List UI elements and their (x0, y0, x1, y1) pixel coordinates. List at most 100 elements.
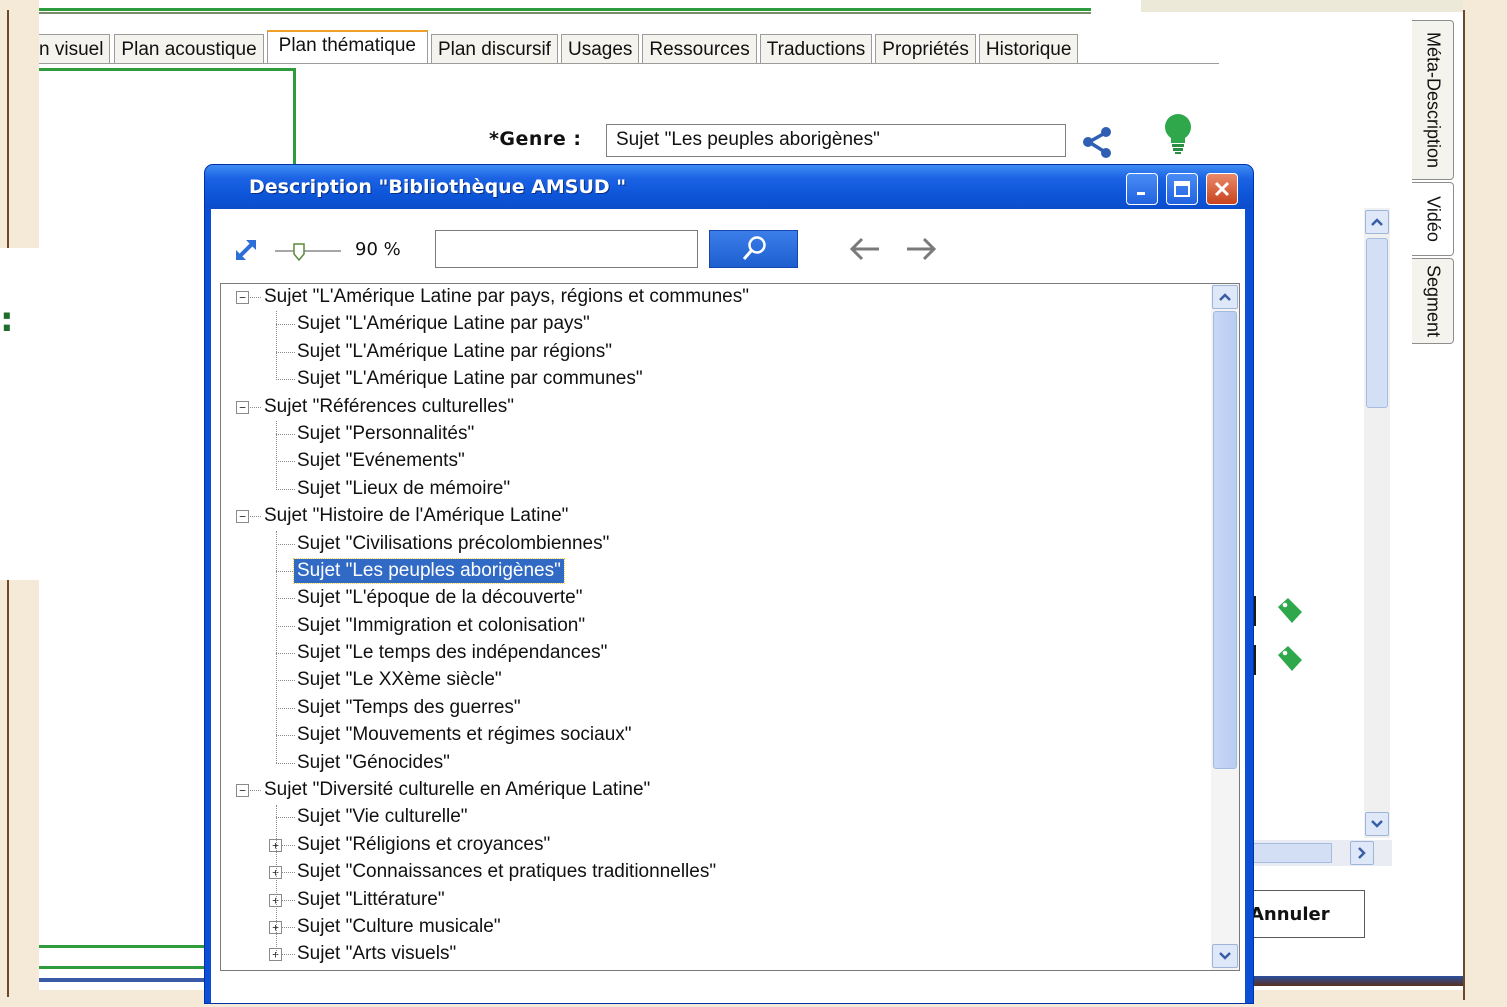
tree-leaf[interactable]: Sujet "Mouvements et régimes sociaux" (221, 722, 1211, 749)
tree-item-label[interactable]: Sujet "Diversité culturelle en Amérique … (264, 778, 650, 802)
tree-leaf[interactable]: Sujet "L'époque de la découverte" (221, 585, 1211, 612)
minimize-button[interactable] (1126, 173, 1158, 205)
arrow-right-icon[interactable] (903, 233, 939, 265)
tree-item-label[interactable]: Sujet "Littérature" (297, 888, 445, 912)
genre-field[interactable]: Sujet "Les peuples aborigènes" (606, 124, 1066, 157)
maximize-button[interactable] (1166, 173, 1198, 205)
maximize-icon (1174, 181, 1190, 197)
tree-item-label[interactable]: Sujet "L'Amérique Latine par pays, régio… (264, 285, 749, 309)
background-horizontal-scrollbar[interactable] (1252, 840, 1392, 866)
subject-tree[interactable]: − Sujet "L'Amérique Latine par pays, régi… (220, 283, 1240, 971)
tree-item-label[interactable]: Sujet "Culture musicale" (297, 915, 501, 939)
tree-connector (276, 543, 295, 545)
tree-item-label[interactable]: Sujet "Civilisations précolombiennes" (297, 532, 609, 556)
description-dialog: Description "Bibliothèque AMSUD " 90 % −… (204, 164, 1254, 1004)
tree-connector (250, 790, 261, 792)
dialog-title-bar[interactable]: Description "Bibliothèque AMSUD " (205, 165, 1253, 209)
share-icon[interactable] (1079, 124, 1115, 160)
tree-leaf[interactable]: Sujet "Temps des guerres" (221, 695, 1211, 722)
expand-icon[interactable] (233, 237, 259, 263)
tree-leaf[interactable]: Sujet "Génocides" (221, 750, 1211, 777)
side-tab-meta-description[interactable]: Méta-Description (1412, 20, 1454, 180)
tree-item-label[interactable]: Sujet "Le XXème siècle" (297, 668, 502, 692)
tree-leaf[interactable]: + Sujet "Littérature" (221, 887, 1211, 914)
tree-leaf[interactable]: Sujet "L'Amérique Latine par communes" (221, 366, 1211, 393)
background-vertical-scrollbar[interactable] (1364, 208, 1390, 838)
tree-leaf[interactable]: Sujet "Immigration et colonisation" (221, 613, 1211, 640)
outer-frame-right (1463, 10, 1465, 1000)
scroll-down-button[interactable] (1365, 812, 1389, 836)
lightbulb-icon[interactable] (1161, 113, 1195, 155)
tree-leaf[interactable]: Sujet "L'Amérique Latine par pays" (221, 311, 1211, 338)
tree-item-label[interactable]: Sujet "Vie culturelle" (297, 805, 468, 829)
tree-item-label[interactable]: Sujet "Lieux de mémoire" (297, 477, 510, 501)
tree-item-label[interactable]: Sujet "Histoire de l'Amérique Latine" (264, 504, 568, 528)
scroll-thumb[interactable] (1366, 238, 1388, 408)
tree-item-label[interactable]: Sujet "Connaissances et pratiques tradit… (297, 860, 716, 884)
tree-item-label[interactable]: Sujet "Génocides" (297, 751, 450, 775)
tree-item-label[interactable]: Sujet "Temps des guerres" (297, 696, 521, 720)
collapse-node-icon[interactable]: − (236, 400, 249, 414)
tree-leaf[interactable]: Sujet "Vie culturelle" (221, 804, 1211, 831)
scroll-up-button[interactable] (1365, 210, 1389, 234)
tag-icon[interactable] (1274, 595, 1306, 627)
tree-item-label[interactable]: Sujet "L'époque de la découverte" (297, 586, 582, 610)
search-input[interactable] (435, 230, 698, 268)
tag-icon[interactable] (1274, 643, 1306, 675)
tree-item-label[interactable]: Sujet "L'Amérique Latine par pays" (297, 312, 590, 336)
tab-historique[interactable]: Historique (978, 34, 1079, 64)
side-tab-video[interactable]: Vidéo (1412, 182, 1454, 256)
bottom-green-panel (39, 945, 219, 969)
tree-scroll-up-button[interactable] (1212, 285, 1238, 309)
tree-item-label[interactable]: Sujet "Arts visuels" (297, 942, 456, 966)
collapse-node-icon[interactable]: − (236, 291, 249, 304)
tree-node[interactable]: − Sujet "Diversité culturelle en Amérique… (221, 777, 1211, 804)
tab-ressources[interactable]: Ressources (642, 34, 757, 64)
collapse-node-icon[interactable]: − (236, 784, 249, 798)
tree-leaf[interactable]: Sujet "Le temps des indépendances" (221, 640, 1211, 667)
tree-leaf[interactable]: Sujet "Personnalités" (221, 421, 1211, 448)
hscroll-thumb[interactable] (1252, 843, 1332, 863)
tree-scroll-down-button[interactable] (1212, 944, 1238, 968)
tree-item-label[interactable]: Sujet "Réligions et croyances" (297, 833, 550, 857)
tree-leaf[interactable]: Sujet "Les peuples aborigènes" (221, 557, 1211, 585)
scroll-right-button[interactable] (1350, 841, 1374, 865)
tree-leaf[interactable]: + Sujet "Réligions et croyances" (221, 832, 1211, 859)
tree-leaf[interactable]: Sujet "Civilisations précolombiennes" (221, 531, 1211, 558)
arrow-left-icon[interactable] (847, 233, 883, 265)
tree-item-label[interactable]: Sujet "Le temps des indépendances" (297, 641, 607, 665)
tree-item-label[interactable]: Sujet "Evénements" (297, 449, 465, 473)
tree-vertical-scrollbar[interactable] (1211, 284, 1239, 970)
tab-usages[interactable]: Usages (560, 34, 640, 64)
tree-item-label[interactable]: Sujet "Références culturelles" (264, 395, 514, 419)
close-button[interactable] (1206, 173, 1238, 205)
tree-node[interactable]: − Sujet "L'Amérique Latine par pays, régi… (221, 284, 1211, 311)
tree-node[interactable]: − Sujet "Références culturelles" (221, 394, 1211, 421)
tree-item-label[interactable]: Sujet "Immigration et colonisation" (297, 614, 585, 638)
tree-leaf[interactable]: + Sujet "Arts visuels" (221, 941, 1211, 968)
tab-plan-discursif[interactable]: Plan discursif (430, 34, 558, 64)
zoom-slider[interactable] (275, 241, 341, 261)
tab-plan-thématique[interactable]: Plan thématique (266, 30, 428, 64)
tree-scroll-thumb[interactable] (1213, 311, 1237, 769)
tab-n-visuel[interactable]: n visuel (39, 34, 111, 64)
collapse-node-icon[interactable]: − (236, 510, 249, 524)
tree-item-label[interactable]: Sujet "L'Amérique Latine par communes" (297, 367, 643, 391)
tree-leaf[interactable]: + Sujet "Culture musicale" (221, 914, 1211, 941)
tab-plan-acoustique[interactable]: Plan acoustique (114, 34, 264, 64)
tree-node[interactable]: − Sujet "Histoire de l'Amérique Latine" (221, 503, 1211, 530)
tree-item-label[interactable]: Sujet "L'Amérique Latine par régions" (297, 340, 612, 364)
search-button[interactable] (709, 230, 798, 268)
tab-propriétés[interactable]: Propriétés (875, 34, 976, 64)
tree-item-label[interactable]: Sujet "Mouvements et régimes sociaux" (297, 723, 632, 747)
tree-connector (276, 488, 295, 490)
tree-item-label[interactable]: Sujet "Les peuples aborigènes" (293, 557, 565, 584)
side-tab-segment[interactable]: Segment (1412, 258, 1454, 344)
tree-leaf[interactable]: Sujet "Lieux de mémoire" (221, 476, 1211, 503)
tree-leaf[interactable]: + Sujet "Connaissances et pratiques tradi… (221, 859, 1211, 886)
tree-item-label[interactable]: Sujet "Personnalités" (297, 422, 474, 446)
tab-traductions[interactable]: Traductions (759, 34, 873, 64)
tree-leaf[interactable]: Sujet "Le XXème siècle" (221, 667, 1211, 694)
tree-leaf[interactable]: Sujet "L'Amérique Latine par régions" (221, 339, 1211, 366)
tree-leaf[interactable]: Sujet "Evénements" (221, 448, 1211, 475)
